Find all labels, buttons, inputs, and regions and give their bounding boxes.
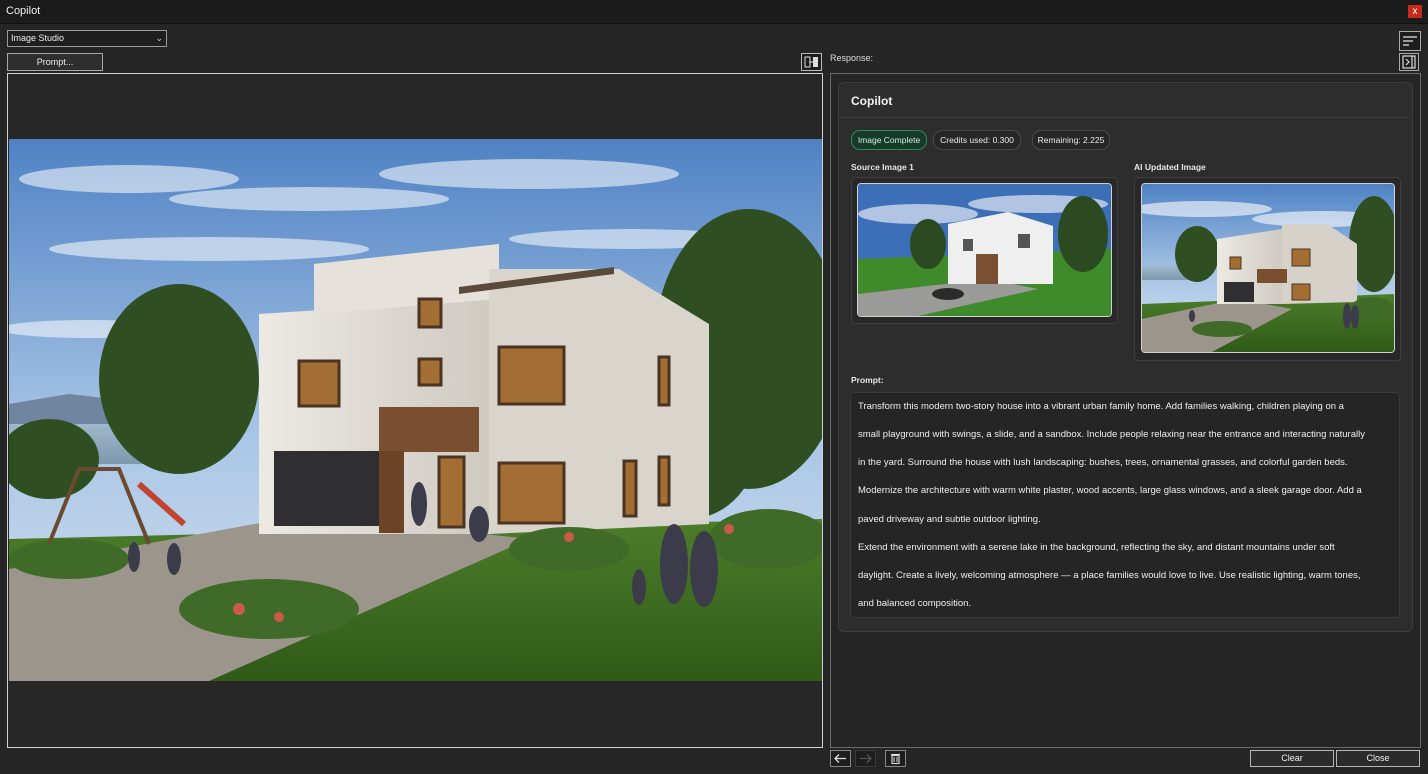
- chevron-down-icon: ⌄: [155, 33, 163, 43]
- prompt-line: in the yard. Surround the house with lus…: [858, 457, 1348, 468]
- prompt-line: paved driveway and subtle outdoor lighti…: [858, 514, 1041, 525]
- remaining-badge: Remaining: 2.225: [1032, 130, 1110, 150]
- prompt-line: Modernize the architecture with warm whi…: [858, 485, 1362, 496]
- generated-house-image: [9, 139, 822, 681]
- card-divider: [839, 117, 1411, 118]
- updated-image-thumbnail[interactable]: [1141, 183, 1395, 353]
- card-title: Copilot: [851, 94, 893, 108]
- main-image-panel: [7, 73, 823, 748]
- source-image-thumbnail[interactable]: [857, 183, 1112, 317]
- prompt-line: and balanced composition.: [858, 598, 972, 609]
- prompt-line: daylight. Create a lively, welcoming atm…: [858, 570, 1361, 581]
- window-title: Copilot: [6, 5, 41, 17]
- mode-select[interactable]: Image Studio ⌄: [7, 30, 167, 47]
- trash-icon[interactable]: [885, 750, 906, 767]
- mode-select-value: Image Studio: [11, 33, 65, 43]
- credits-badge: Credits used: 0.300: [933, 130, 1021, 150]
- close-button[interactable]: Close: [1336, 750, 1420, 767]
- prompt-line: Extend the environment with a serene lak…: [858, 542, 1335, 553]
- prompt-line: small playground with swings, a slide, a…: [858, 429, 1365, 440]
- status-badge: Image Complete: [851, 130, 927, 150]
- title-bar: [0, 0, 1428, 24]
- prompt-line: Transform this modern two-story house in…: [858, 401, 1344, 412]
- arrow-right-icon[interactable]: [855, 750, 876, 767]
- prompt-button[interactable]: Prompt...: [7, 53, 103, 71]
- source-image-label: Source Image 1: [851, 162, 914, 172]
- updated-image-label: AI Updated Image: [1134, 162, 1206, 172]
- panel-collapse-icon[interactable]: [1399, 53, 1419, 71]
- prompt-text-box: [850, 392, 1400, 618]
- prompt-section-label: Prompt:: [851, 375, 884, 385]
- window-close-button[interactable]: x: [1408, 5, 1422, 18]
- arrow-left-icon[interactable]: [830, 750, 851, 767]
- swap-panels-icon[interactable]: [801, 53, 822, 71]
- clear-button[interactable]: Clear: [1250, 750, 1334, 767]
- response-label: Response:: [830, 53, 874, 63]
- sort-lines-icon[interactable]: [1399, 31, 1421, 51]
